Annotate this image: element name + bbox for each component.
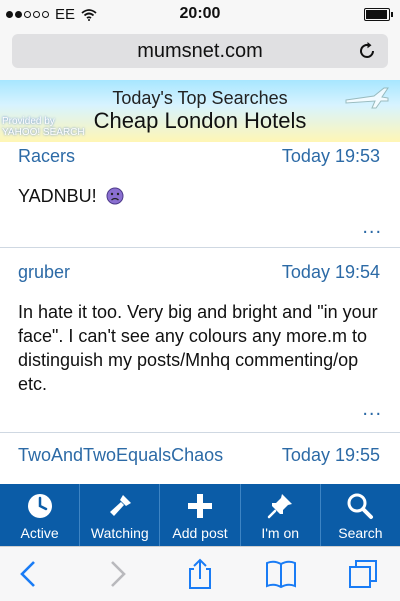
pin-icon xyxy=(267,494,293,519)
status-bar: EE 20:00 xyxy=(0,0,400,28)
forum-toolbar: Active Watching Add post I'm on Search xyxy=(0,484,400,546)
toolbar-add-post-button[interactable]: Add post xyxy=(159,484,239,546)
post-time: Today 19:54 xyxy=(281,262,380,282)
share-icon[interactable] xyxy=(183,557,217,591)
post-more-button[interactable]: ... xyxy=(362,216,382,239)
toolbar-watching-button[interactable]: Watching xyxy=(79,484,159,546)
post-item: Racers Today 19:53 YADNBU! ... xyxy=(0,142,400,248)
post-author[interactable]: TwoAndTwoEqualsChaos xyxy=(18,445,223,466)
bookmarks-icon[interactable] xyxy=(264,557,298,591)
post-item: TwoAndTwoEqualsChaos Today 19:55 xyxy=(0,433,400,485)
post-item: gruber Today 19:54 In hate it too. Very … xyxy=(0,248,400,433)
sad-face-icon xyxy=(106,187,124,205)
post-time: Today 19:55 xyxy=(281,445,380,465)
reload-icon[interactable] xyxy=(356,40,378,62)
post-author[interactable]: gruber xyxy=(18,262,70,283)
clock-icon xyxy=(27,494,52,518)
battery-icon xyxy=(364,8,393,21)
toolbar-search-button[interactable]: Search xyxy=(319,484,400,546)
flashlight-icon xyxy=(109,495,131,516)
toolbar-active-button[interactable]: Active xyxy=(0,484,79,546)
toolbar-im-on-button[interactable]: I'm on xyxy=(239,484,320,546)
airplane-icon xyxy=(345,87,389,109)
forward-arrow-icon[interactable] xyxy=(100,557,134,591)
post-body: In hate it too. Very big and bright and … xyxy=(18,302,378,394)
ad-banner[interactable]: Today's Top Searches Cheap London Hotels… xyxy=(0,80,400,142)
browser-address-area: mumsnet.com xyxy=(0,28,400,81)
post-more-button[interactable]: ... xyxy=(362,398,382,421)
ad-provider: Provided by YAHOO! SEARCH xyxy=(2,116,85,138)
post-time: Today 19:53 xyxy=(281,146,380,166)
browser-nav-bar xyxy=(0,546,400,601)
ad-title: Today's Top Searches xyxy=(112,88,288,108)
address-bar[interactable]: mumsnet.com xyxy=(12,34,388,68)
address-text: mumsnet.com xyxy=(137,40,263,62)
plus-icon xyxy=(188,494,212,518)
back-arrow-icon[interactable] xyxy=(12,557,46,591)
post-author[interactable]: Racers xyxy=(18,146,75,167)
search-icon xyxy=(347,493,374,519)
clock-time: 20:00 xyxy=(179,5,221,22)
tabs-icon[interactable] xyxy=(346,557,380,591)
post-body: YADNBU! xyxy=(18,184,378,208)
